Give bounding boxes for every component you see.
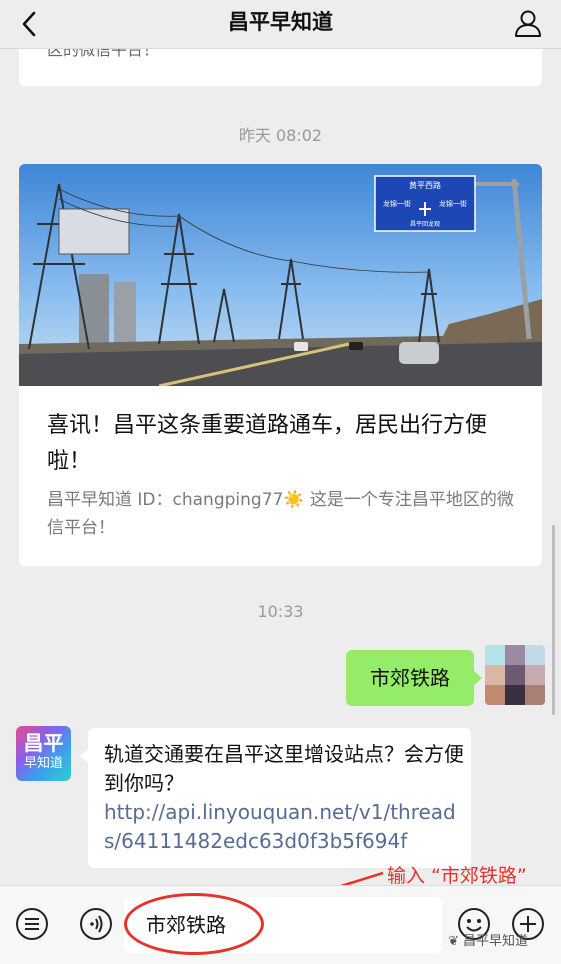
timestamp: 10:33 xyxy=(257,602,304,621)
message-input-value: 市郊铁路 xyxy=(146,913,226,937)
profile-icon[interactable] xyxy=(513,8,543,38)
incoming-message-bubble: 轨道交通要在昌平这里增设站点？会方便到你吗？ http://api.linyou… xyxy=(80,728,471,868)
svg-text:黄平西路: 黄平西路 xyxy=(409,180,441,190)
menu-list-icon[interactable] xyxy=(14,906,50,942)
avatar-text-line1: 昌平 xyxy=(23,731,64,755)
svg-text:龙锦一街: 龙锦一街 xyxy=(383,199,411,208)
article-description: 昌平早知道 ID：changping77☀️ 这是一个专注昌平地区的微信平台！ xyxy=(47,490,514,538)
avatar-text-line2: 早知道 xyxy=(23,756,63,771)
article-title: 喜讯！昌平这条重要道路通车，居民出行方便啦！ xyxy=(47,413,488,474)
svg-text:龙锦一街: 龙锦一街 xyxy=(439,199,467,208)
scrollbar[interactable] xyxy=(552,525,555,715)
voice-input-icon[interactable] xyxy=(78,906,114,942)
article-card[interactable]: 黄平西路 龙锦一街 龙锦一街 昌平回龙观 ◔ 昌平早知道 喜讯！昌平这条重要道路… xyxy=(19,164,542,566)
incoming-message-text: 轨道交通要在昌平这里增设站点？会方便到你吗？ xyxy=(104,742,464,795)
page-title: 昌平早知道 xyxy=(228,10,333,34)
message-input[interactable]: 市郊铁路 xyxy=(124,897,442,953)
timestamp: 昨天 08:02 xyxy=(238,126,323,145)
footer-watermark: ❦ 昌平早知道 xyxy=(448,934,529,949)
article-cover-image: 黄平西路 龙锦一街 龙锦一街 昌平回龙观 xyxy=(19,164,542,386)
input-bar: 市郊铁路 xyxy=(0,885,561,964)
user-avatar[interactable] xyxy=(485,645,545,705)
top-bar: 昌平早知道 xyxy=(0,0,561,49)
svg-text:昌平回龙观: 昌平回龙观 xyxy=(410,220,440,228)
outgoing-message-bubble[interactable]: 市郊铁路 xyxy=(346,650,482,706)
account-avatar[interactable]: 昌平 早知道 xyxy=(16,726,71,781)
photo-watermark: ◔ 昌平早知道 xyxy=(441,545,523,560)
incoming-message-link[interactable]: http://api.linyouquan.net/v1/threads/641… xyxy=(104,798,464,856)
annotation-label: 输入 “市郊铁路” xyxy=(387,865,527,887)
